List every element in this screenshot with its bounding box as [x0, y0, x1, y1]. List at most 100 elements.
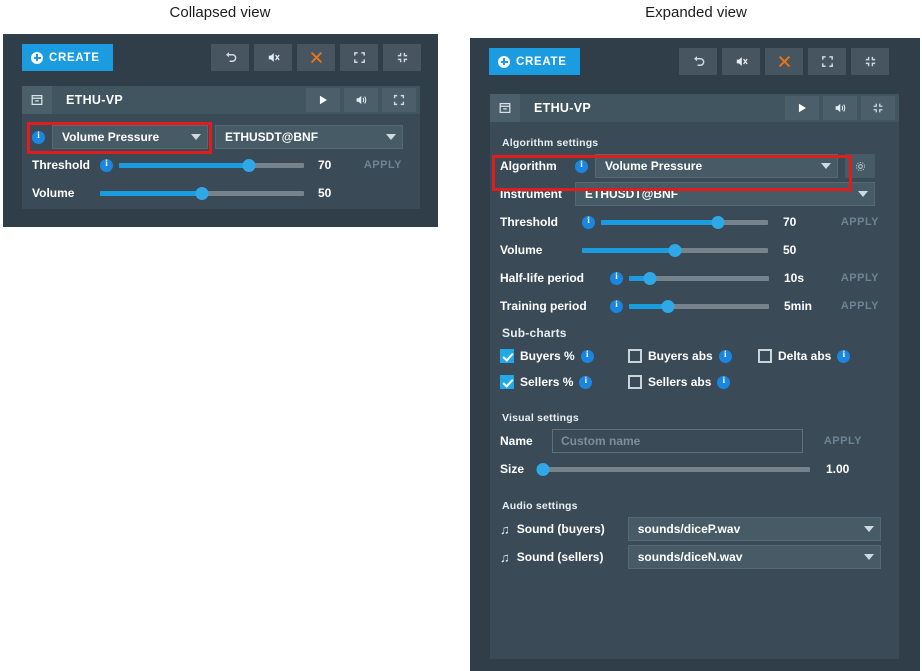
training-period-apply-button[interactable]: APPLY	[833, 300, 879, 312]
collapse-all-button[interactable]	[383, 44, 421, 71]
checkbox-sellers-percent[interactable]: Sellers %	[500, 375, 628, 389]
algorithm-card-collapsed: ETHU-VP	[22, 86, 420, 209]
section-sub-charts: Sub-charts	[502, 326, 889, 340]
sound-sellers-select[interactable]: sounds/diceN.wav	[628, 545, 881, 569]
card-header-expanded: ETHU-VP	[490, 94, 899, 122]
card-collapse-button[interactable]	[861, 96, 895, 120]
algorithm-info-icon[interactable]	[575, 160, 588, 173]
chevron-down-icon	[864, 554, 874, 560]
slider-knob[interactable]	[662, 300, 675, 313]
archive-button[interactable]	[490, 94, 520, 122]
threshold-slider[interactable]	[119, 155, 304, 175]
buyers-percent-info-icon[interactable]	[581, 350, 594, 363]
chevron-down-icon	[858, 191, 868, 197]
algorithm-info-icon[interactable]	[32, 131, 45, 144]
play-button[interactable]	[306, 88, 340, 112]
name-apply-button[interactable]: APPLY	[816, 435, 862, 447]
sellers-percent-info-icon[interactable]	[579, 376, 592, 389]
create-button-label: CREATE	[516, 56, 567, 68]
mute-all-button[interactable]	[254, 44, 292, 71]
slider-fill	[100, 191, 202, 196]
sound-button[interactable]	[823, 96, 857, 120]
buyers-abs-info-icon[interactable]	[719, 350, 732, 363]
expand-all-button[interactable]	[808, 48, 846, 75]
delta-abs-info-icon[interactable]	[837, 350, 850, 363]
close-all-button[interactable]	[297, 44, 335, 71]
training-period-value: 5min	[784, 299, 827, 313]
threshold-label: Threshold	[500, 215, 576, 229]
checkbox-buyers-abs[interactable]: Buyers abs	[628, 349, 758, 363]
sound-button[interactable]	[344, 88, 378, 112]
checkbox-box[interactable]	[628, 349, 642, 363]
undo-button[interactable]	[679, 48, 717, 75]
name-input[interactable]	[552, 429, 803, 453]
sellers-abs-info-icon[interactable]	[717, 376, 730, 389]
checkbox-sellers-abs[interactable]: Sellers abs	[628, 375, 730, 389]
half-life-period-apply-button[interactable]: APPLY	[833, 272, 879, 284]
slider-track	[538, 467, 810, 472]
checkbox-label: Sellers abs	[648, 375, 711, 389]
gear-icon	[854, 160, 867, 173]
checkbox-box[interactable]	[500, 375, 514, 389]
expand-all-button[interactable]	[340, 44, 378, 71]
instrument-select[interactable]: ETHUSDT@BNF	[575, 182, 875, 206]
collapse-all-button[interactable]	[851, 48, 889, 75]
half-life-period-info-icon[interactable]	[610, 272, 623, 285]
slider-knob[interactable]	[196, 187, 209, 200]
threshold-slider[interactable]	[601, 212, 768, 232]
training-period-slider[interactable]	[629, 296, 769, 316]
section-visual-settings: Visual settings	[502, 412, 889, 424]
threshold-info-icon[interactable]	[100, 159, 113, 172]
training-period-info-icon[interactable]	[610, 300, 623, 313]
slider-knob[interactable]	[537, 463, 550, 476]
size-value: 1.00	[826, 462, 849, 476]
caption-expanded-view: Expanded view	[470, 4, 922, 21]
close-all-button[interactable]	[765, 48, 803, 75]
checkbox-label: Buyers abs	[648, 349, 713, 363]
undo-button[interactable]	[211, 44, 249, 71]
volume-slider[interactable]	[100, 183, 304, 203]
mute-all-button[interactable]	[722, 48, 760, 75]
card-expand-button[interactable]	[382, 88, 416, 112]
checkbox-box[interactable]	[500, 349, 514, 363]
toolbar-collapsed: CREATE	[3, 34, 438, 76]
expand-brackets-icon	[820, 54, 835, 69]
sound-buyers-select[interactable]: sounds/diceP.wav	[628, 517, 881, 541]
create-button[interactable]: CREATE	[22, 44, 113, 71]
create-button-label: CREATE	[49, 52, 100, 64]
algorithm-select[interactable]: Volume Pressure	[595, 154, 838, 178]
volume-slider[interactable]	[582, 240, 768, 260]
threshold-label: Threshold	[32, 158, 94, 172]
algorithm-select[interactable]: Volume Pressure	[52, 125, 208, 149]
checkbox-delta-abs[interactable]: Delta abs	[758, 349, 850, 363]
slider-knob[interactable]	[242, 159, 255, 172]
undo-icon	[223, 50, 238, 65]
instrument-label: Instrument	[500, 187, 568, 201]
checkbox-buyers-percent[interactable]: Buyers %	[500, 349, 628, 363]
slider-knob[interactable]	[644, 272, 657, 285]
play-icon	[795, 101, 809, 115]
create-button[interactable]: CREATE	[489, 48, 580, 75]
algorithm-label: Algorithm	[500, 159, 568, 173]
threshold-apply-button[interactable]: APPLY	[833, 216, 879, 228]
algorithm-settings-button[interactable]	[845, 154, 875, 178]
sound-buyers-label: Sound (buyers)	[517, 522, 621, 536]
checkbox-box[interactable]	[758, 349, 772, 363]
checkbox-box[interactable]	[628, 375, 642, 389]
instrument-select-value: ETHUSDT@BNF	[225, 130, 318, 144]
toolbar-actions-expanded	[679, 48, 889, 75]
slider-knob[interactable]	[711, 216, 724, 229]
half-life-period-slider[interactable]	[629, 268, 769, 288]
archive-icon	[498, 101, 512, 115]
archive-button[interactable]	[22, 86, 52, 114]
slider-knob[interactable]	[669, 244, 682, 257]
play-button[interactable]	[785, 96, 819, 120]
toolbar-actions-collapsed	[211, 44, 421, 71]
threshold-apply-button[interactable]: APPLY	[358, 159, 402, 171]
speaker-muted-icon	[734, 54, 749, 69]
slider-fill	[119, 163, 249, 168]
threshold-info-icon[interactable]	[582, 216, 595, 229]
instrument-select[interactable]: ETHUSDT@BNF	[215, 125, 403, 149]
volume-label: Volume	[500, 243, 576, 257]
size-slider[interactable]	[538, 459, 810, 479]
